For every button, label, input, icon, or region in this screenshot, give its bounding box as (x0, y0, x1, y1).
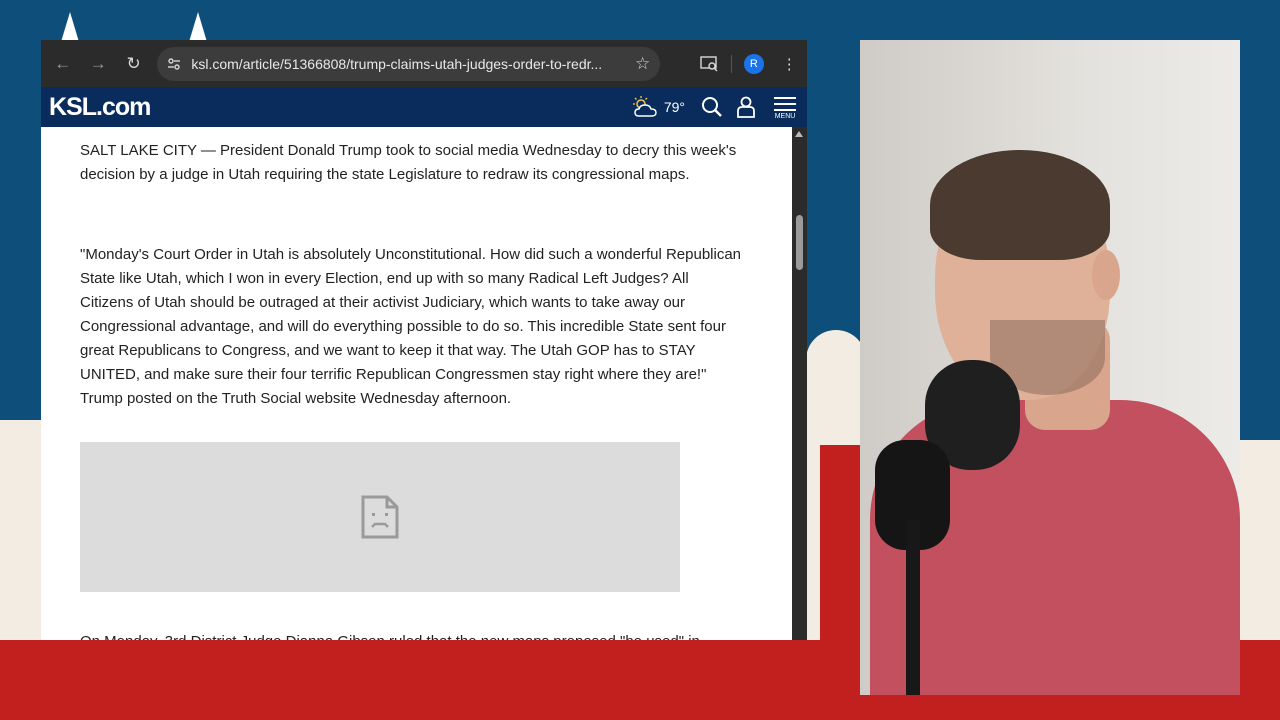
page-scrollbar[interactable] (792, 127, 807, 640)
temperature-text: 79° (663, 99, 685, 115)
webcam-overlay (860, 40, 1240, 695)
article-paragraph: "Monday's Court Order in Utah is absolut… (80, 246, 742, 407)
tab-search-icon[interactable] (692, 46, 727, 82)
toolbar-divider (731, 54, 733, 73)
article-paragraph: On Monday, 3rd District Judge Dianna Gib… (80, 630, 745, 640)
weather-widget[interactable]: 79° (631, 96, 685, 118)
microphone-stand (906, 520, 920, 695)
presenter-ear (1092, 250, 1120, 300)
site-settings-icon[interactable] (157, 57, 191, 71)
article-body: SALT LAKE CITY — President Donald Trump … (41, 127, 792, 640)
article-paragraph: SALT LAKE CITY — President Donald Trump … (80, 142, 737, 183)
search-icon[interactable] (695, 87, 729, 127)
reload-button[interactable]: ↻ (116, 46, 151, 82)
weather-cloud-sun-icon (632, 96, 657, 117)
menu-label: MENU (774, 112, 796, 120)
back-button[interactable]: ← (45, 46, 80, 82)
bookmark-star-icon[interactable]: ☆ (626, 54, 660, 74)
backdrop-red-stripe (820, 445, 860, 695)
site-logo[interactable]: KSL.com (49, 93, 151, 122)
menu-button[interactable]: MENU (763, 95, 807, 120)
backdrop-white-stripe (806, 330, 866, 450)
account-icon[interactable] (729, 87, 763, 127)
url-text[interactable]: ksl.com/article/51366808/trump-claims-ut… (191, 56, 625, 72)
browser-toolbar: ← → ↻ ksl.com/article/51366808/trump-cla… (41, 40, 807, 87)
scroll-up-arrow-icon[interactable] (795, 131, 803, 137)
profile-button[interactable]: R (736, 46, 771, 82)
avatar[interactable]: R (743, 53, 764, 74)
scrollbar-thumb[interactable] (796, 215, 803, 270)
browser-window: ← → ↻ ksl.com/article/51366808/trump-cla… (41, 40, 807, 640)
presenter-hair (930, 150, 1110, 260)
mountain-peak (61, 12, 79, 42)
broken-page-icon (361, 495, 399, 539)
mountain-peak (189, 12, 207, 42)
ksl-site-header: KSL.com 79° MENU (41, 87, 807, 127)
forward-button[interactable]: → (80, 46, 115, 82)
broken-embed-placeholder (80, 442, 680, 592)
more-menu-icon[interactable]: ⋮ (772, 46, 807, 82)
address-bar[interactable]: ksl.com/article/51366808/trump-claims-ut… (157, 46, 660, 81)
